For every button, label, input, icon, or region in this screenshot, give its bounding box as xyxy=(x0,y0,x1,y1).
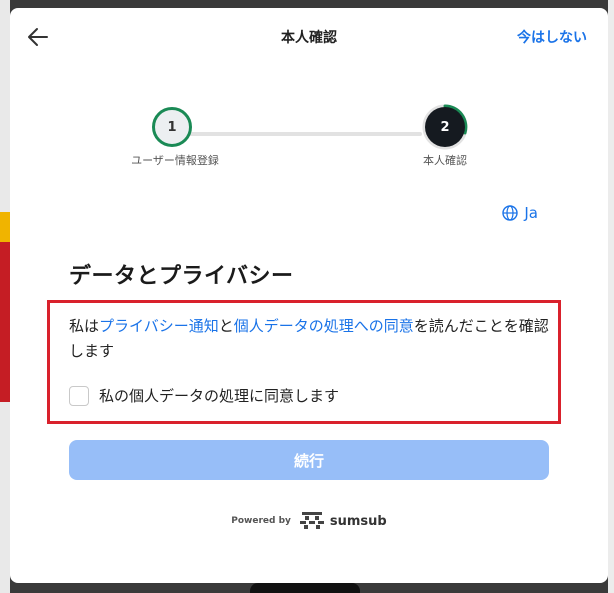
step-1-indicator: 1 xyxy=(152,107,192,147)
skip-button[interactable]: 今はしない xyxy=(517,27,587,47)
globe-icon xyxy=(502,205,519,221)
brand-name: sumsub xyxy=(329,513,387,529)
stepper-track xyxy=(170,132,422,136)
language-selector[interactable]: Ja xyxy=(502,204,538,222)
step-2-indicator: 2 xyxy=(422,104,468,150)
background-left-edge xyxy=(0,0,10,593)
powered-by-footer: Powered by sumsub xyxy=(10,511,608,531)
progress-stepper: 1 2 ユーザー情報登録 本人確認 xyxy=(10,100,608,180)
modal-header: 本人確認 今はしない xyxy=(10,8,608,66)
step-2-label: 本人確認 xyxy=(423,154,467,167)
consent-checkbox-row[interactable]: 私の個人データの処理に同意します xyxy=(69,385,339,406)
step-2-number: 2 xyxy=(425,107,465,147)
consent-text: 私はプライバシー通知と個人データの処理への同意を読んだことを確認します xyxy=(69,314,559,364)
background-bottom-element xyxy=(250,583,360,593)
powered-by-text: Powered by xyxy=(231,516,291,526)
language-label: Ja xyxy=(524,204,538,222)
background-stripe-yellow xyxy=(0,212,10,242)
background-right-edge xyxy=(608,0,614,593)
consent-checkbox[interactable] xyxy=(69,385,89,406)
step-1-label: ユーザー情報登録 xyxy=(131,154,219,167)
privacy-notice-link[interactable]: プライバシー通知 xyxy=(99,317,219,335)
continue-button[interactable]: 続行 xyxy=(69,440,549,480)
verification-modal: 本人確認 今はしない 1 2 ユーザー情報登録 本人確認 Ja データとプライバ… xyxy=(10,8,608,583)
data-processing-consent-link[interactable]: 個人データの処理への同意 xyxy=(234,317,414,335)
page-heading: データとプライバシー xyxy=(69,264,294,289)
background-stripe-red xyxy=(0,242,10,402)
sumsub-brand[interactable]: sumsub xyxy=(299,511,387,531)
sumsub-logo-icon xyxy=(299,512,324,529)
consent-prefix: 私は xyxy=(69,317,100,335)
consent-checkbox-label[interactable]: 私の個人データの処理に同意します xyxy=(99,385,339,406)
consent-and: と xyxy=(218,317,234,335)
